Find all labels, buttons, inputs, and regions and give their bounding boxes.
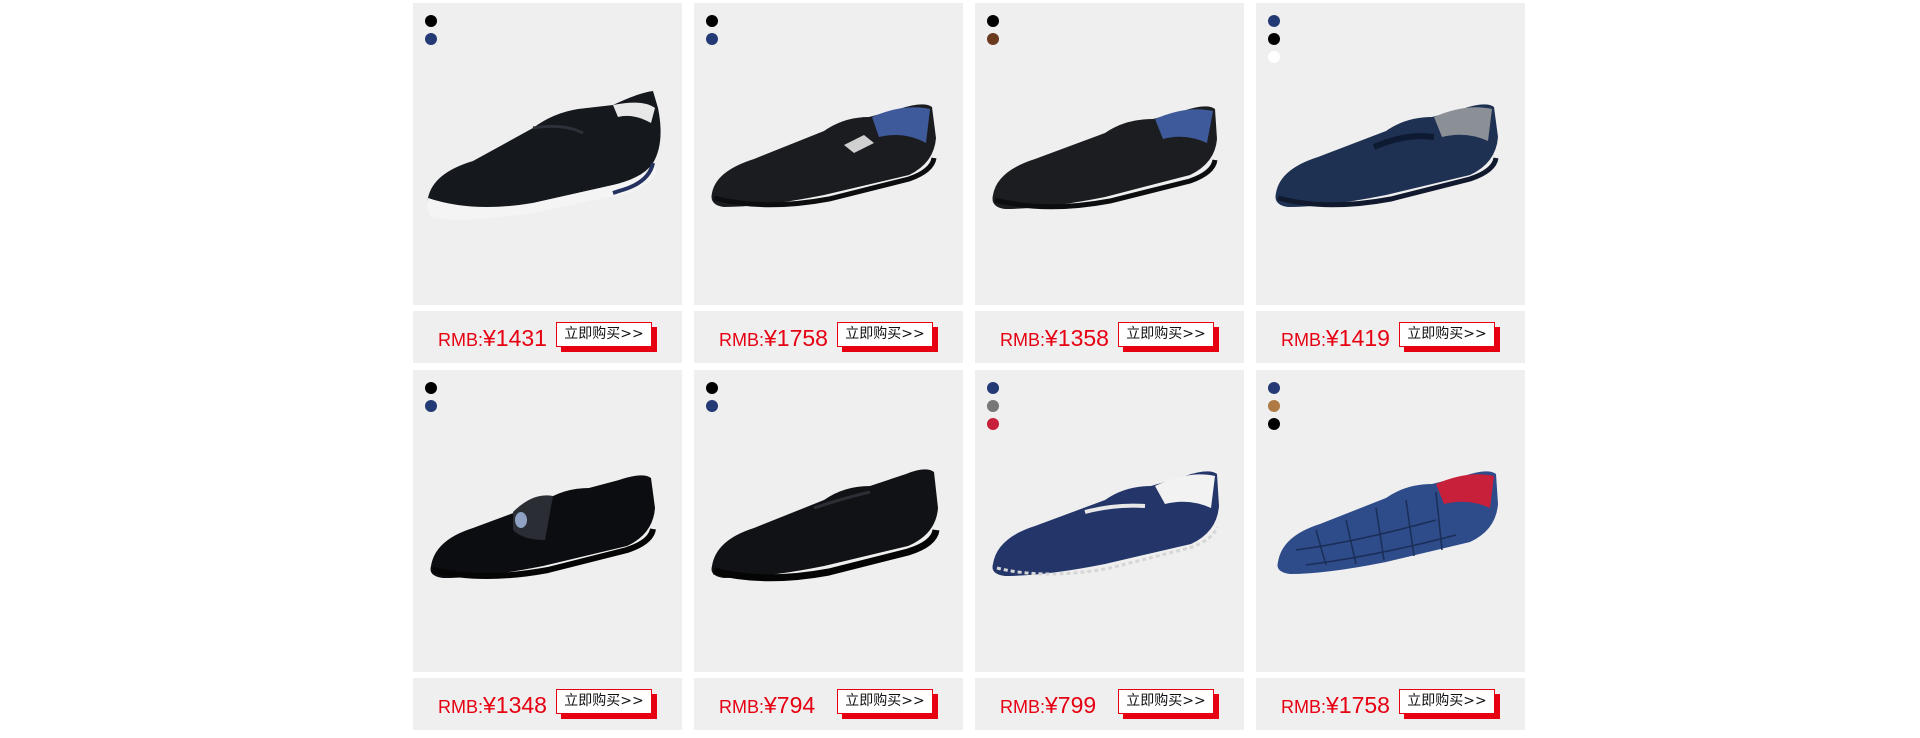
color-swatch[interactable] bbox=[425, 15, 437, 27]
product-image[interactable] bbox=[1256, 370, 1525, 672]
product-card: RMB:¥794 立即购买>> bbox=[694, 370, 963, 730]
color-swatch[interactable] bbox=[987, 418, 999, 430]
buy-now-label: 立即购买>> bbox=[556, 689, 652, 714]
product-price: RMB:¥1758 bbox=[719, 325, 828, 351]
color-swatch[interactable] bbox=[1268, 382, 1280, 394]
color-options bbox=[425, 382, 437, 412]
buy-now-label: 立即购买>> bbox=[1118, 689, 1214, 714]
product-card: RMB:¥1419 立即购买>> bbox=[1256, 3, 1525, 363]
color-options bbox=[706, 15, 718, 45]
product-card: RMB:¥1358 立即购买>> bbox=[975, 3, 1244, 363]
product-image[interactable] bbox=[975, 370, 1244, 672]
buy-now-label: 立即购买>> bbox=[1118, 322, 1214, 347]
buy-now-button[interactable]: 立即购买>> bbox=[1399, 322, 1500, 352]
product-card: RMB:¥1348 立即购买>> bbox=[413, 370, 682, 730]
buy-now-label: 立即购买>> bbox=[837, 322, 933, 347]
color-swatch[interactable] bbox=[1268, 400, 1280, 412]
price-bar: RMB:¥1431 立即购买>> bbox=[413, 311, 682, 363]
product-price: RMB:¥1419 bbox=[1281, 325, 1390, 351]
product-price: RMB:¥1348 bbox=[438, 692, 547, 718]
color-options bbox=[706, 382, 718, 412]
color-swatch[interactable] bbox=[987, 382, 999, 394]
buy-now-label: 立即购买>> bbox=[837, 689, 933, 714]
price-bar: RMB:¥794 立即购买>> bbox=[694, 678, 963, 730]
color-swatch[interactable] bbox=[706, 400, 718, 412]
color-swatch[interactable] bbox=[987, 15, 999, 27]
buy-now-button[interactable]: 立即购买>> bbox=[556, 322, 657, 352]
price-bar: RMB:¥799 立即购买>> bbox=[975, 678, 1244, 730]
color-swatch[interactable] bbox=[425, 33, 437, 45]
product-price: RMB:¥794 bbox=[719, 692, 816, 718]
product-price: RMB:¥1358 bbox=[1000, 325, 1109, 351]
buy-now-label: 立即购买>> bbox=[1399, 322, 1495, 347]
buy-now-button[interactable]: 立即购买>> bbox=[556, 689, 657, 719]
color-swatch[interactable] bbox=[706, 15, 718, 27]
color-swatch[interactable] bbox=[706, 382, 718, 394]
product-image[interactable] bbox=[413, 370, 682, 672]
price-bar: RMB:¥1348 立即购买>> bbox=[413, 678, 682, 730]
color-swatch[interactable] bbox=[1268, 418, 1280, 430]
product-card: RMB:¥1431 立即购买>> bbox=[413, 3, 682, 363]
product-grid: RMB:¥1431 立即购买>> RMB:¥1758 立即购买>> RMB:¥1… bbox=[413, 3, 1529, 733]
price-bar: RMB:¥1358 立即购买>> bbox=[975, 311, 1244, 363]
color-swatch[interactable] bbox=[1268, 51, 1280, 63]
color-options bbox=[987, 382, 999, 430]
product-image[interactable] bbox=[694, 370, 963, 672]
buy-now-button[interactable]: 立即购买>> bbox=[837, 322, 938, 352]
product-image[interactable] bbox=[694, 3, 963, 305]
product-image[interactable] bbox=[1256, 3, 1525, 305]
color-swatch[interactable] bbox=[987, 33, 999, 45]
color-swatch[interactable] bbox=[425, 400, 437, 412]
color-swatch[interactable] bbox=[1268, 33, 1280, 45]
buy-now-button[interactable]: 立即购买>> bbox=[1118, 322, 1219, 352]
buy-now-label: 立即购买>> bbox=[556, 322, 652, 347]
buy-now-button[interactable]: 立即购买>> bbox=[1118, 689, 1219, 719]
product-image[interactable] bbox=[975, 3, 1244, 305]
color-swatch[interactable] bbox=[706, 33, 718, 45]
buy-now-button[interactable]: 立即购买>> bbox=[837, 689, 938, 719]
product-card: RMB:¥1758 立即购买>> bbox=[1256, 370, 1525, 730]
price-bar: RMB:¥1758 立即购买>> bbox=[1256, 678, 1525, 730]
color-swatch[interactable] bbox=[987, 400, 999, 412]
color-swatch[interactable] bbox=[1268, 15, 1280, 27]
color-swatch[interactable] bbox=[425, 382, 437, 394]
color-options bbox=[1268, 382, 1280, 430]
product-image[interactable] bbox=[413, 3, 682, 305]
product-card: RMB:¥1758 立即购买>> bbox=[694, 3, 963, 363]
buy-now-button[interactable]: 立即购买>> bbox=[1399, 689, 1500, 719]
product-price: RMB:¥1758 bbox=[1281, 692, 1390, 718]
price-bar: RMB:¥1419 立即购买>> bbox=[1256, 311, 1525, 363]
color-options bbox=[1268, 15, 1280, 63]
price-bar: RMB:¥1758 立即购买>> bbox=[694, 311, 963, 363]
product-price: RMB:¥1431 bbox=[438, 325, 547, 351]
buy-now-label: 立即购买>> bbox=[1399, 689, 1495, 714]
color-options bbox=[425, 15, 437, 45]
product-card: RMB:¥799 立即购买>> bbox=[975, 370, 1244, 730]
product-price: RMB:¥799 bbox=[1000, 692, 1097, 718]
color-options bbox=[987, 15, 999, 45]
